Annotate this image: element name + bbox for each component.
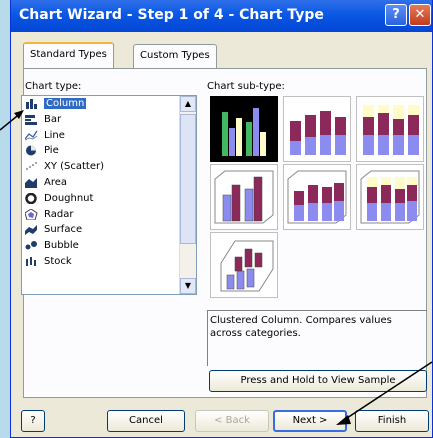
arrow-to-next-line bbox=[343, 361, 433, 421]
annotation-arrows bbox=[0, 110, 433, 425]
